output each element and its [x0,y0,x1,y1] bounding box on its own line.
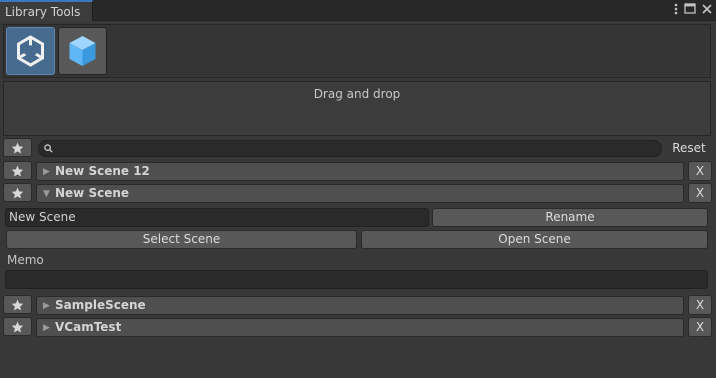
window-controls [674,2,712,18]
star-icon [11,299,24,310]
drag-and-drop-zone[interactable]: Drag and drop [3,81,711,136]
maximize-icon[interactable] [684,3,696,17]
scene-foldout[interactable]: ▼ New Scene [36,184,684,203]
asset-icon-panel [3,24,711,78]
remove-scene-button[interactable]: X [688,183,712,203]
star-icon [11,187,24,198]
favorite-filter-button[interactable] [3,138,32,157]
scene-name: New Scene [55,186,130,200]
favorite-button[interactable] [3,161,32,180]
remove-scene-button[interactable]: X [688,317,712,337]
scene-foldout[interactable]: ▶ New Scene 12 [36,162,684,181]
drag-and-drop-label: Drag and drop [313,87,401,101]
cube-icon [69,36,96,66]
search-icon [44,144,53,153]
scene-name: New Scene 12 [55,164,150,178]
favorite-button[interactable] [3,183,32,202]
star-icon [11,142,24,153]
tab-library-tools[interactable]: Library Tools [0,0,93,22]
star-icon [11,321,24,332]
collapsed-arrow-icon: ▶ [43,301,50,311]
remove-scene-button[interactable]: X [688,295,712,315]
reset-button[interactable]: Reset [665,140,713,157]
scene-foldout[interactable]: ▶ VCamTest [36,318,684,337]
expanded-arrow-icon: ▼ [43,189,50,199]
favorite-button[interactable] [3,317,32,336]
unity-logo-asset-button[interactable] [6,27,55,75]
kebab-menu-icon[interactable] [674,3,678,18]
close-icon[interactable] [702,3,712,17]
collapsed-arrow-icon: ▶ [43,167,50,177]
favorite-button[interactable] [3,295,32,314]
collapsed-arrow-icon: ▶ [43,323,50,333]
unity-logo-icon [17,35,44,67]
rename-button[interactable]: Rename [432,208,708,227]
open-scene-button[interactable]: Open Scene [361,230,708,249]
star-icon [11,165,24,176]
memo-field[interactable] [5,270,708,289]
search-input[interactable] [38,140,662,157]
cube-asset-button[interactable] [58,27,107,75]
scene-name-field[interactable]: New Scene [5,208,429,227]
tab-bar: Library Tools [0,0,716,22]
scene-foldout[interactable]: ▶ SampleScene [36,296,684,315]
memo-label: Memo [7,253,44,267]
select-scene-button[interactable]: Select Scene [6,230,357,249]
scene-name: VCamTest [55,320,122,334]
scene-name: SampleScene [55,298,146,312]
remove-scene-button[interactable]: X [688,161,712,181]
